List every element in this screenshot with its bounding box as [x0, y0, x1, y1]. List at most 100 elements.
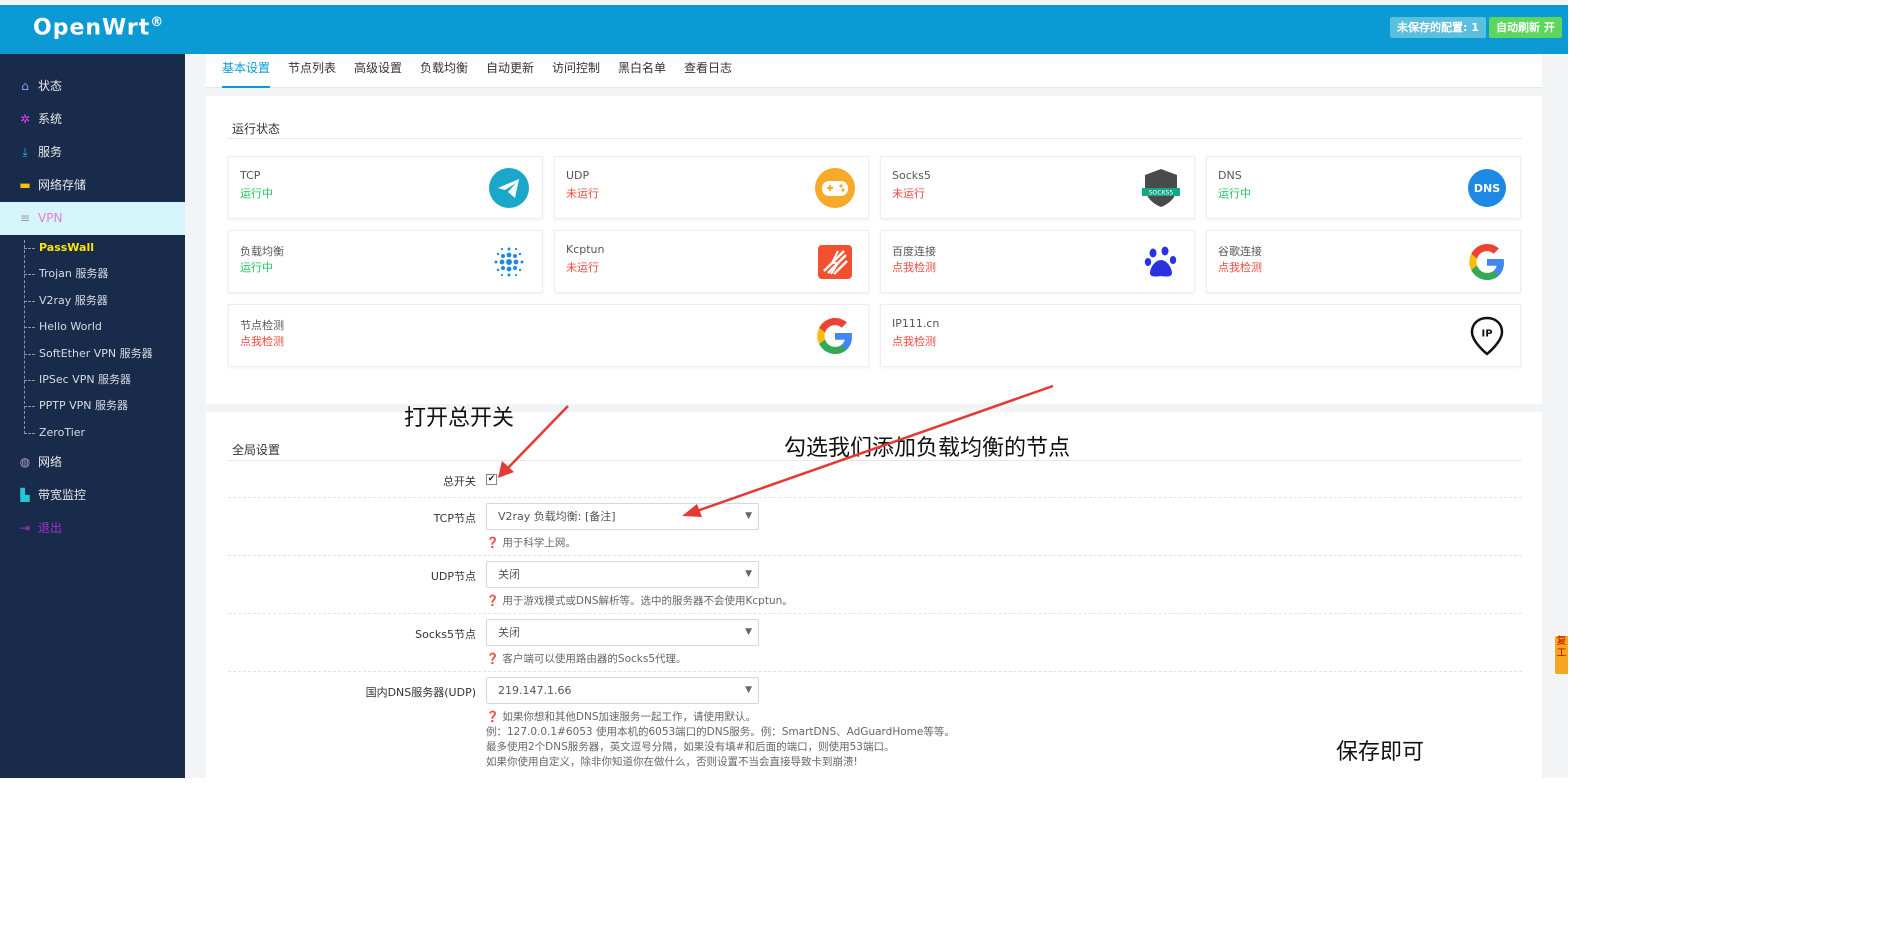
- status-card-kcptun: Kcptun 未运行: [554, 230, 869, 293]
- form-row-tcp-node: TCP节点 V2ray 负载均衡: [备注] ▼ ❓ 用于科学上网。: [228, 498, 1522, 556]
- socks5-node-label: Socks5节点: [415, 628, 476, 641]
- tab-view-log[interactable]: 查看日志: [684, 54, 732, 88]
- gears-icon: ✲: [19, 112, 31, 126]
- socks5-node-help: ❓ 客户端可以使用路由器的Socks5代理。: [486, 653, 687, 665]
- sidebar-item-label: 网络存储: [38, 178, 87, 192]
- card-name: UDP: [566, 169, 590, 182]
- logout-icon: ⇥: [19, 521, 31, 535]
- tab-access-control[interactable]: 访问控制: [552, 54, 600, 88]
- tab-load-balance[interactable]: 负载均衡: [420, 54, 468, 88]
- submenu-pptp[interactable]: PPTP VPN 服务器: [24, 393, 128, 419]
- card-name: TCP: [240, 169, 261, 182]
- tab-black-white-list[interactable]: 黑白名单: [618, 54, 666, 88]
- sidebar-item-vpn[interactable]: ≡ VPN: [0, 202, 185, 235]
- card-state: 未运行: [566, 187, 599, 200]
- status-panel: 运行状态 TCP 运行中 UDP 未运行 Socks5 未运行 SOCKS5 D…: [206, 96, 1542, 404]
- card-name: DNS: [1218, 169, 1242, 182]
- annotation-node: 勾选我们添加负载均衡的节点: [784, 436, 1071, 461]
- tab-auto-update[interactable]: 自动更新: [486, 54, 534, 88]
- network-dots-icon: [494, 247, 524, 277]
- sidebar-item-label: 带宽监控: [38, 488, 87, 502]
- main-switch-checkbox[interactable]: ✔: [486, 474, 497, 485]
- download-icon: ⤓: [22, 145, 28, 159]
- page: OpenWrt® 未保存的配置: 1 自动刷新 开 ⌂ 状态 ✲ 系统 ⤓ 服务 ▬ 网…: [0, 0, 1902, 944]
- select-value: V2ray 负载均衡: [备注]: [498, 510, 616, 523]
- chevron-down-icon: ▼: [745, 627, 752, 637]
- tab-advanced[interactable]: 高级设置: [354, 54, 402, 88]
- tcp-node-select[interactable]: V2ray 负载均衡: [备注] ▼: [486, 503, 759, 530]
- card-state[interactable]: 点我检测: [892, 259, 936, 275]
- status-card-tcp: TCP 运行中: [228, 156, 543, 219]
- status-card-socks5: Socks5 未运行 SOCKS5: [880, 156, 1195, 219]
- udp-node-select[interactable]: 关闭 ▼: [486, 561, 759, 588]
- sidebar-item-services[interactable]: ⤓ 服务: [0, 136, 185, 169]
- google-icon: [817, 318, 852, 354]
- submenu-zerotier[interactable]: ZeroTier: [24, 420, 85, 446]
- submenu-ipsec[interactable]: IPSec VPN 服务器: [24, 367, 131, 393]
- status-card-node-check[interactable]: 节点检测 点我检测: [228, 304, 869, 367]
- tcp-node-label: TCP节点: [433, 512, 476, 525]
- shield-icon: SOCKS5: [1142, 169, 1180, 207]
- submenu-passwall[interactable]: PassWall: [24, 235, 94, 261]
- side-floating-tag[interactable]: 复工: [1555, 636, 1568, 674]
- main-switch-label: 总开关: [443, 475, 476, 488]
- card-state[interactable]: 点我检测: [892, 333, 936, 349]
- sidebar-item-system[interactable]: ✲ 系统: [0, 103, 185, 136]
- socks5-node-select[interactable]: 关闭 ▼: [486, 619, 759, 646]
- status-card-google[interactable]: 谷歌连接 点我检测: [1206, 230, 1521, 293]
- annotation-save: 保存即可: [1336, 740, 1425, 765]
- form-row-dns-server: 国内DNS服务器(UDP) 219.147.1.66 ▼ ❓ 如果你想和其他DNS…: [228, 672, 1522, 778]
- form-row-udp-node: UDP节点 关闭 ▼ ❓ 用于游戏模式或DNS解析等。选中的服务器不会使用Kcpt…: [228, 556, 1522, 614]
- sidebar-item-bandwidth[interactable]: ▙ 带宽监控: [0, 479, 185, 512]
- dns-help-line: 最多使用2个DNS服务器，英文逗号分隔，如果没有填#和后面的端口，则使用53端口…: [486, 741, 895, 753]
- dns-server-label: 国内DNS服务器(UDP): [365, 686, 476, 699]
- sidebar-item-status[interactable]: ⌂ 状态: [0, 70, 185, 103]
- card-state[interactable]: 点我检测: [240, 333, 284, 349]
- card-state[interactable]: 点我检测: [1218, 259, 1262, 275]
- status-title: 运行状态: [232, 122, 281, 136]
- status-card-dns: DNS 运行中 DNS: [1206, 156, 1521, 219]
- unsaved-changes-badge[interactable]: 未保存的配置: 1: [1390, 17, 1486, 38]
- form-row-socks5-node: Socks5节点 关闭 ▼ ❓ 客户端可以使用路由器的Socks5代理。: [228, 614, 1522, 672]
- auto-refresh-toggle[interactable]: 自动刷新 开: [1489, 17, 1562, 38]
- status-card-baidu[interactable]: 百度连接 点我检测: [880, 230, 1195, 293]
- submenu-softether[interactable]: SoftEther VPN 服务器: [24, 341, 153, 367]
- submenu-hello-world[interactable]: Hello World: [24, 314, 102, 340]
- ip-location-icon: IP: [1470, 316, 1504, 356]
- dns-help-line: 如果你使用自定义，除非你知道你在做什么，否则设置不当会直接导致卡到崩溃!: [486, 756, 858, 768]
- dns-icon: DNS: [1468, 169, 1506, 207]
- brand-logo[interactable]: OpenWrt®: [33, 15, 164, 40]
- svg-text:IP: IP: [1481, 329, 1492, 340]
- select-value: 关闭: [498, 626, 520, 639]
- tab-bar: 基本设置 节点列表 高级设置 负载均衡 自动更新 访问控制 黑白名单 查看日志: [206, 54, 1542, 88]
- card-state: 未运行: [892, 187, 925, 200]
- top-header: OpenWrt® 未保存的配置: 1 自动刷新 开: [0, 5, 1568, 54]
- card-name: Socks5: [892, 169, 931, 182]
- telegram-icon: [489, 168, 529, 208]
- submenu-trojan[interactable]: Trojan 服务器: [24, 261, 108, 287]
- udp-node-label: UDP节点: [430, 570, 476, 583]
- sidebar-item-logout[interactable]: ⇥ 退出: [0, 512, 185, 545]
- status-card-ip111[interactable]: IP111.cn 点我检测 IP: [880, 304, 1521, 367]
- sidebar: ⌂ 状态 ✲ 系统 ⤓ 服务 ▬ 网络存储 ≡ VPN PassWall Trojan 服…: [0, 54, 185, 778]
- home-icon: ⌂: [21, 79, 29, 93]
- card-state: 运行中: [240, 261, 273, 274]
- card-name: 节点检测: [240, 319, 284, 332]
- submenu-v2ray[interactable]: V2ray 服务器: [24, 288, 108, 314]
- sidebar-item-network[interactable]: ◍ 网络: [0, 446, 185, 479]
- tcp-node-help: ❓ 用于科学上网。: [486, 537, 576, 549]
- sidebar-item-storage[interactable]: ▬ 网络存储: [0, 169, 185, 202]
- sidebar-item-label: 退出: [38, 521, 63, 535]
- sidebar-item-label: 服务: [38, 145, 63, 159]
- tab-node-list[interactable]: 节点列表: [288, 54, 336, 88]
- card-name: 负载均衡: [240, 245, 284, 258]
- card-state: 未运行: [566, 261, 599, 274]
- tab-basic-settings[interactable]: 基本设置: [222, 54, 271, 88]
- dns-server-select[interactable]: 219.147.1.66 ▼: [486, 677, 759, 704]
- sidebar-item-label: 状态: [38, 79, 63, 93]
- form-row-main-switch: 总开关 ✔: [228, 461, 1522, 498]
- udp-node-help: ❓ 用于游戏模式或DNS解析等。选中的服务器不会使用Kcptun。: [486, 595, 793, 607]
- card-name: 谷歌连接: [1218, 245, 1262, 258]
- dns-help-line: 例：127.0.0.1#6053 使用本机的6053端口的DNS服务。例：Sma…: [486, 726, 955, 738]
- dns-help-line: ❓ 如果你想和其他DNS加速服务一起工作，请使用默认。: [486, 711, 757, 723]
